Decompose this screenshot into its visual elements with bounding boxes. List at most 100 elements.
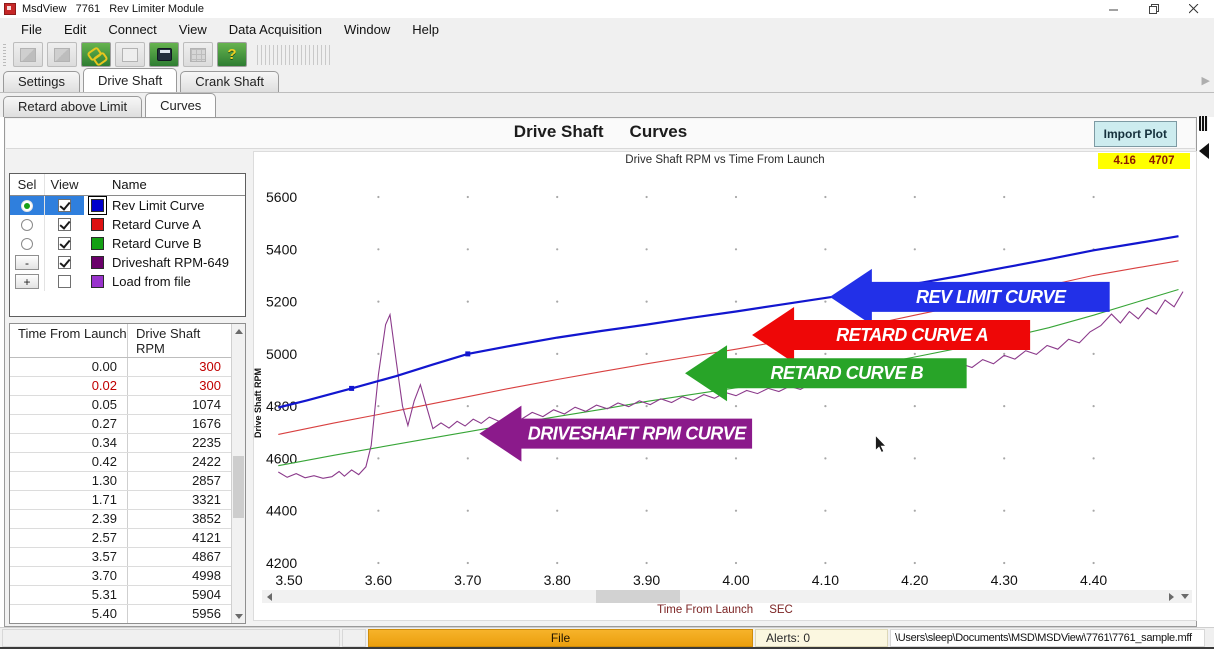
curve-select-radio[interactable] [21,200,33,212]
rpm-cell[interactable]: 4867 [128,548,231,566]
rpm-cell[interactable]: 3321 [128,491,231,509]
time-cell[interactable]: 3.70 [10,567,128,585]
menu-help[interactable]: Help [401,20,450,39]
menu-file[interactable]: File [10,20,53,39]
view-curve-checkbox[interactable] [58,256,71,269]
curve-name-label[interactable]: Retard Curve B [110,236,245,251]
table-row[interactable]: 3.574867 [10,548,231,567]
view-curve-checkbox[interactable] [58,275,71,288]
collapse-panel-left-icon[interactable] [1199,143,1209,159]
curve-name-label[interactable]: Driveshaft RPM-649 [110,255,245,270]
tab-crank-shaft[interactable]: Crank Shaft [180,71,279,92]
scroll-down-icon[interactable] [232,609,245,623]
table-row[interactable]: 0.342235 [10,434,231,453]
rpm-cell[interactable]: 300 [128,377,231,395]
scroll-right-icon[interactable] [1164,590,1178,603]
rpm-cell[interactable]: 2857 [128,472,231,490]
time-cell[interactable]: 3.57 [10,548,128,566]
help-button[interactable]: ? [217,42,247,67]
subtab-curves[interactable]: Curves [145,93,216,117]
table-row[interactable]: 0.02300 [10,377,231,396]
curve-name-label[interactable]: Retard Curve A [110,217,245,232]
rpm-cell[interactable]: 300 [128,358,231,376]
time-cell[interactable]: 2.39 [10,510,128,528]
time-cell[interactable]: 0.27 [10,415,128,433]
tab-drive-shaft[interactable]: Drive Shaft [83,68,177,92]
connect-button[interactable] [81,42,111,67]
rpm-cell[interactable]: 3852 [128,510,231,528]
svg-text:3.90: 3.90 [633,572,660,588]
rpm-cell[interactable]: 5956 [128,605,231,623]
subtab-retard-above-limit[interactable]: Retard above Limit [3,96,142,117]
rpm-cell[interactable]: 4998 [128,567,231,585]
menu-view[interactable]: View [168,20,218,39]
tab-settings[interactable]: Settings [3,71,80,92]
table-row[interactable]: 2.393852 [10,510,231,529]
rpm-cell[interactable]: 1074 [128,396,231,414]
read-device-button[interactable] [149,42,179,67]
curve-color-swatch[interactable] [91,237,104,250]
curve-color-swatch[interactable] [91,218,104,231]
menu-window[interactable]: Window [333,20,401,39]
x-axis-label: Time From LaunchSEC [254,604,1196,616]
svg-text:3.50: 3.50 [275,572,302,588]
rpm-cell[interactable]: 1676 [128,415,231,433]
view-curve-checkbox[interactable] [58,199,71,212]
time-cell[interactable]: 1.71 [10,491,128,509]
curve-name-label[interactable]: Load from file [110,274,245,289]
restore-button[interactable] [1134,0,1174,18]
view-curve-checkbox[interactable] [58,218,71,231]
curve-color-swatch[interactable] [91,199,104,212]
minimize-button[interactable] [1094,0,1134,18]
close-button[interactable] [1174,0,1214,18]
curve-color-swatch[interactable] [91,256,104,269]
table-row[interactable]: 1.302857 [10,472,231,491]
tab-scroll-right-icon[interactable]: ▶ [1202,74,1210,645]
table-row[interactable]: 5.405956 [10,605,231,623]
table-row[interactable]: 5.315904 [10,586,231,605]
curve-select-radio[interactable] [21,219,33,231]
table-row[interactable]: 0.422422 [10,453,231,472]
curves-chart[interactable]: 42004400460048005000520054005600Drive Sh… [254,170,1198,590]
table-row[interactable]: 0.271676 [10,415,231,434]
scroll-up-icon[interactable] [232,324,245,338]
status-alerts: Alerts: 0 [755,629,888,647]
table-row[interactable]: 0.00300 [10,358,231,377]
chart-dropdown-icon[interactable] [1178,590,1192,603]
scroll-left-icon[interactable] [262,590,276,603]
curve-select-radio[interactable] [21,238,33,250]
curve-color-swatch[interactable] [91,275,104,288]
menu-edit[interactable]: Edit [53,20,97,39]
rpm-cell[interactable]: 2422 [128,453,231,471]
import-plot-button[interactable]: Import Plot [1094,121,1177,147]
grid-scrollbar-thumb[interactable] [233,456,244,518]
toolbar-grip[interactable] [3,44,6,66]
chart-scrollbar-thumb[interactable] [596,590,680,603]
time-cell[interactable]: 0.34 [10,434,128,452]
rpm-cell[interactable]: 4121 [128,529,231,547]
time-cell[interactable]: 5.31 [10,586,128,604]
grid-scrollbar[interactable] [231,324,245,623]
panel-splitter-handle-icon[interactable] [1199,116,1208,131]
time-cell[interactable]: 0.02 [10,377,128,395]
remove-curve-button[interactable]: - [15,255,39,270]
time-cell[interactable]: 0.05 [10,396,128,414]
rpm-cell[interactable]: 2235 [128,434,231,452]
rpm-cell[interactable]: 5904 [128,586,231,604]
chart-h-scrollbar[interactable] [262,590,1192,603]
time-cell[interactable]: 5.40 [10,605,128,623]
curve-name-label[interactable]: Rev Limit Curve [110,198,245,213]
time-cell[interactable]: 2.57 [10,529,128,547]
table-row[interactable]: 2.574121 [10,529,231,548]
menu-connect[interactable]: Connect [97,20,167,39]
table-row[interactable]: 3.704998 [10,567,231,586]
menu-data-acquisition[interactable]: Data Acquisition [218,20,333,39]
time-cell[interactable]: 1.30 [10,472,128,490]
view-curve-checkbox[interactable] [58,237,71,250]
table-row[interactable]: 0.051074 [10,396,231,415]
table-row[interactable]: 1.713321 [10,491,231,510]
add-curve-button[interactable]: + [15,274,39,289]
table-view-icon [190,48,206,62]
time-cell[interactable]: 0.42 [10,453,128,471]
time-cell[interactable]: 0.00 [10,358,128,376]
